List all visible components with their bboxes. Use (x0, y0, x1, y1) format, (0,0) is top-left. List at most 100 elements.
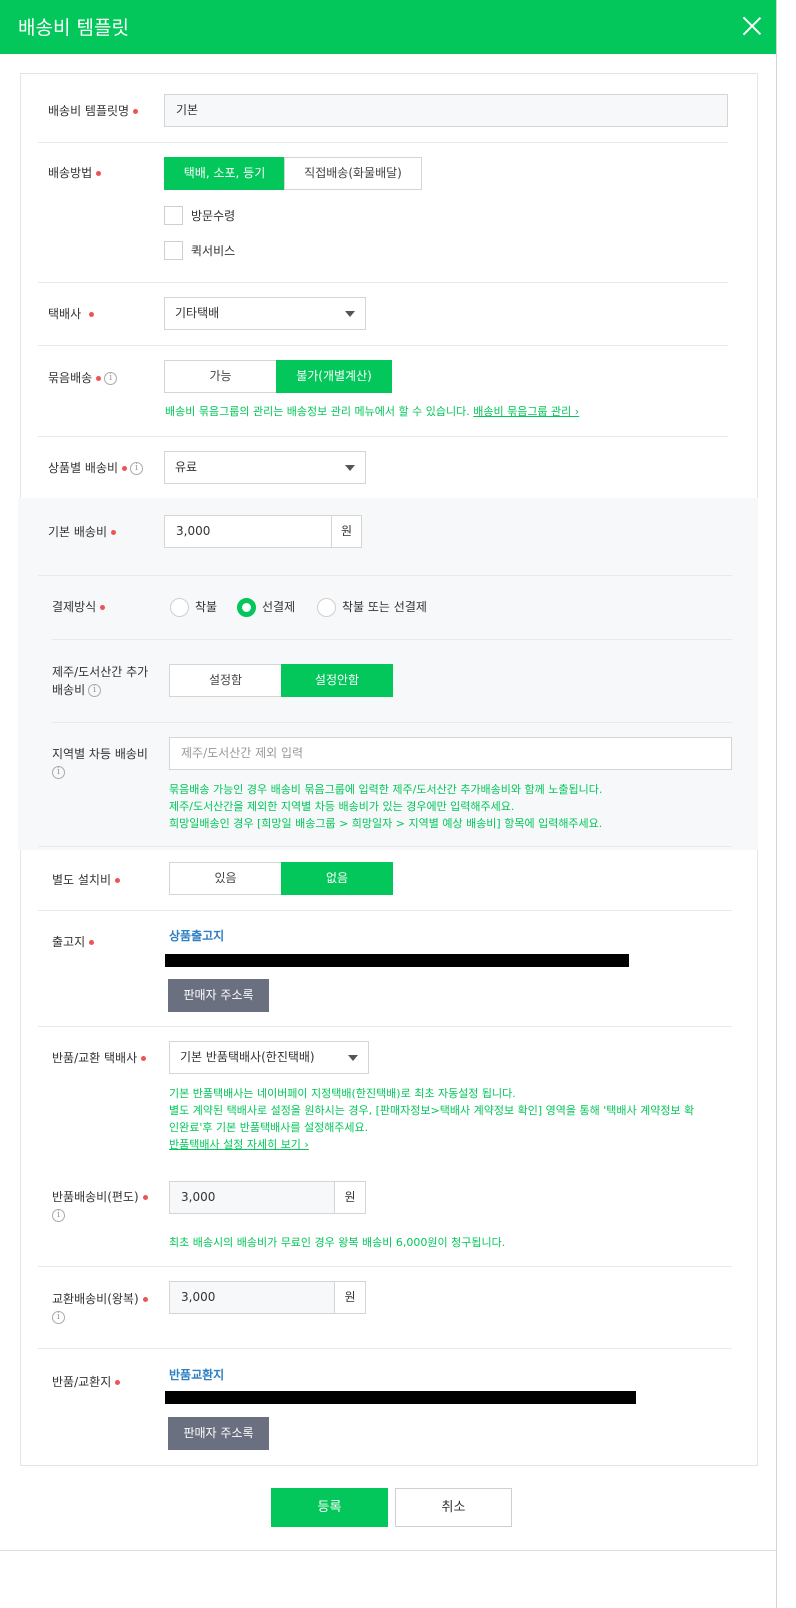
visit-pickup-checkbox[interactable] (164, 206, 183, 225)
exchange-fee-unit: 원 (334, 1281, 366, 1314)
payment-either-label: 착불 또는 선결제 (342, 600, 427, 614)
payment-prepaid-radio[interactable] (237, 598, 256, 617)
island-fee-label: 제주/도서산간 추가 배송비 i (52, 663, 148, 699)
return-address-title: 반품교환지 (169, 1368, 225, 1382)
divider (38, 345, 728, 346)
info-icon[interactable]: i (52, 766, 65, 779)
return-courier-help: 기본 반품택배사는 네이버페이 지정택배(한진택배)로 최초 자동설정 됩니다.… (169, 1085, 734, 1153)
return-fee-label: 반품배송비(편도) i (52, 1188, 148, 1224)
regional-fee-info-wrap: i (52, 763, 148, 781)
required-dot (96, 171, 102, 176)
island-fee-label-line2-wrap: 배송비 i (52, 681, 148, 699)
cancel-button[interactable]: 취소 (395, 1488, 512, 1527)
ship-from-label: 출고지 (52, 933, 95, 951)
base-fee-input[interactable]: 3,000 (164, 515, 332, 548)
return-fee-unit: 원 (334, 1181, 366, 1214)
template-name-label: 배송비 템플릿명 (48, 102, 139, 120)
return-courier-select[interactable]: 기본 반품택배사(한진택배) (169, 1041, 369, 1074)
divider (38, 142, 728, 143)
delivery-method-parcel-button[interactable]: 택배, 소포, 등기 (164, 157, 285, 190)
modal-title: 배송비 템플릿 (18, 17, 129, 39)
payment-label-text: 결제방식 (52, 600, 97, 614)
ship-from-address-book-button[interactable]: 판매자 주소록 (168, 979, 269, 1012)
install-fee-label: 별도 설치비 (52, 871, 121, 889)
payment-either-radio[interactable] (317, 598, 336, 617)
info-icon[interactable]: i (52, 1209, 65, 1222)
exchange-fee-input[interactable]: 3,000 (169, 1281, 335, 1314)
quick-service-label: 퀵서비스 (191, 244, 236, 258)
return-fee-info-wrap: i (52, 1206, 148, 1224)
bundle-help: 배송비 묶음그룹의 관리는 배송정보 관리 메뉴에서 할 수 있습니다. 배송비… (165, 403, 725, 420)
footer-divider (0, 1550, 776, 1551)
courier-label: 택배사 (48, 305, 94, 323)
exchange-fee-label: 교환배송비(왕복) i (52, 1290, 148, 1326)
divider (38, 1266, 732, 1267)
info-icon[interactable]: i (52, 1311, 65, 1324)
install-fee-yes-button[interactable]: 있음 (169, 862, 282, 895)
payment-cod-radio[interactable] (170, 598, 189, 617)
regional-fee-help-line: 제주/도서산간을 제외한 지역별 차등 배송비가 있는 경우에만 입력해주세요. (169, 800, 515, 813)
required-dot (141, 1056, 147, 1061)
return-address-book-button[interactable]: 판매자 주소록 (168, 1417, 269, 1450)
courier-select-value: 기타택배 (175, 306, 220, 320)
required-dot (115, 878, 121, 883)
regional-fee-help-line: 묶음배송 가능인 경우 배송비 묶음그룹에 입력한 제주/도서산간 추가배송비와… (169, 783, 603, 796)
divider (38, 436, 728, 437)
template-name-input[interactable]: 기본 (164, 94, 728, 127)
exchange-fee-label-text: 교환배송비(왕복) (52, 1292, 139, 1306)
divider (38, 575, 732, 576)
chevron-down-icon (345, 465, 355, 471)
ship-from-title: 상품출고지 (169, 929, 225, 943)
payment-prepaid-label: 선결제 (262, 600, 296, 614)
info-icon[interactable]: i (104, 372, 118, 385)
return-courier-label-text: 반품/교환 택배사 (52, 1051, 138, 1065)
fee-type-select[interactable]: 유료 (164, 451, 366, 484)
regional-fee-input[interactable]: 제주/도서산간 제외 입력 (169, 737, 732, 770)
return-fee-label-line: 반품배송비(편도) (52, 1188, 148, 1206)
return-courier-help-line: 기본 반품택배사는 네이버페이 지정택배(한진택배)로 최초 자동설정 됩니다. (169, 1087, 516, 1100)
regional-fee-help: 묶음배송 가능인 경우 배송비 묶음그룹에 입력한 제주/도서산간 추가배송비와… (169, 781, 729, 832)
modal-right-border (776, 0, 777, 1608)
return-fee-input[interactable]: 3,000 (169, 1181, 335, 1214)
info-icon[interactable]: i (130, 462, 144, 475)
payment-cod-label: 착불 (195, 600, 218, 614)
delivery-method-label-text: 배송방법 (48, 166, 93, 180)
bundle-label: 묶음배송 i (48, 369, 118, 387)
island-fee-label-line2: 배송비 (52, 683, 86, 697)
quick-service-checkbox[interactable] (164, 241, 183, 260)
required-dot (88, 312, 94, 317)
bundle-impossible-button[interactable]: 불가(개별계산) (276, 360, 392, 393)
return-courier-detail-link[interactable]: 반품택배사 설정 자세히 보기 › (169, 1136, 734, 1153)
close-icon[interactable] (742, 16, 762, 36)
courier-label-text: 택배사 (48, 307, 82, 321)
return-courier-label: 반품/교환 택배사 (52, 1049, 147, 1067)
divider (38, 282, 728, 283)
submit-button[interactable]: 등록 (271, 1488, 388, 1527)
base-fee-label: 기본 배송비 (48, 523, 117, 541)
island-fee-set-button[interactable]: 설정함 (169, 664, 282, 697)
regional-fee-label: 지역별 차등 배송비 i (52, 745, 148, 781)
regional-fee-placeholder: 제주/도서산간 제외 입력 (181, 746, 304, 760)
fee-type-select-value: 유료 (175, 460, 198, 474)
return-courier-help-line: 별도 계약된 택배사로 설정을 원하시는 경우, [판매자정보>택배사 계약정보… (169, 1104, 695, 1117)
info-icon[interactable]: i (88, 684, 102, 697)
divider (38, 1348, 732, 1349)
return-fee-help: 최초 배송시의 배송비가 무료인 경우 왕복 배송비 6,000원이 청구됩니다… (169, 1236, 506, 1249)
courier-select[interactable]: 기타택배 (164, 297, 366, 330)
required-dot (111, 530, 117, 535)
bundle-group-manage-link[interactable]: 배송비 묶음그룹 관리 › (473, 405, 579, 418)
island-fee-unset-button[interactable]: 설정안함 (281, 664, 393, 697)
install-fee-no-button[interactable]: 없음 (281, 862, 393, 895)
template-name-label-text: 배송비 템플릿명 (48, 104, 130, 118)
delivery-method-label: 배송방법 (48, 164, 102, 182)
required-dot (96, 376, 102, 381)
divider (38, 1026, 732, 1027)
required-dot (122, 466, 128, 471)
payment-label: 결제방식 (52, 598, 106, 616)
required-dot (115, 1380, 121, 1385)
divider (38, 910, 732, 911)
delivery-method-direct-button[interactable]: 직접배송(화물배달) (284, 157, 422, 190)
bundle-possible-button[interactable]: 가능 (164, 360, 277, 393)
return-address-label: 반품/교환지 (52, 1373, 121, 1391)
exchange-fee-info-wrap: i (52, 1308, 148, 1326)
